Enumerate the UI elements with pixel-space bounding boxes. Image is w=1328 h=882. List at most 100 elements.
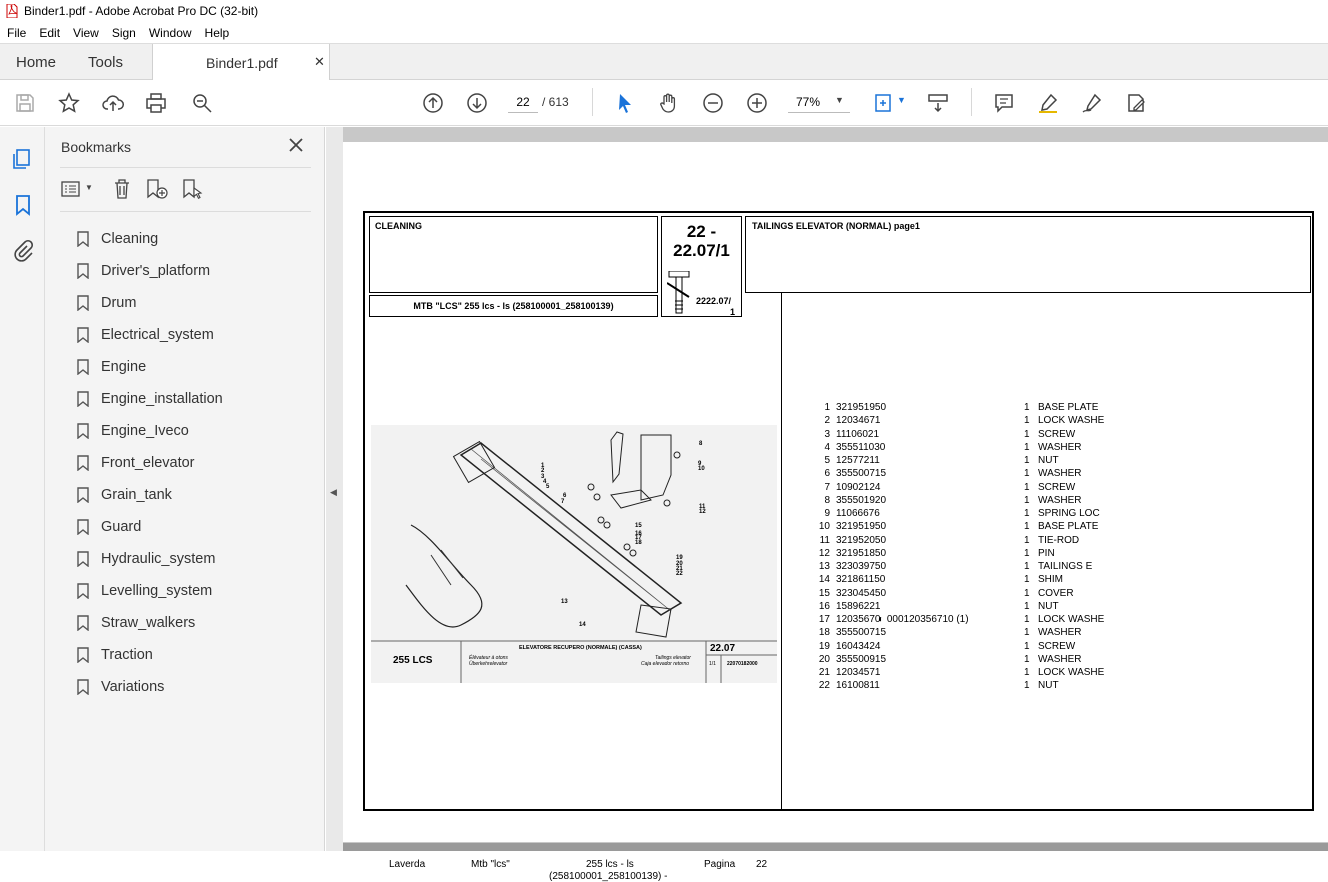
figure-model: 255 LCS	[393, 655, 433, 666]
footer-mtb: Mtb "lcs"	[471, 859, 510, 870]
page-thumbnails-icon[interactable]	[11, 147, 35, 171]
toolbar-divider	[592, 88, 593, 116]
part-number: 5	[824, 455, 830, 466]
bookmark-icon	[77, 263, 89, 279]
select-cursor-icon[interactable]	[612, 90, 638, 116]
bookmark-label: Straw_walkers	[101, 615, 196, 631]
bookmark-item[interactable]: Engine	[77, 351, 317, 383]
scroll-mode-icon[interactable]	[925, 90, 951, 116]
zoom-out-icon[interactable]	[700, 90, 726, 116]
figure-sub-right-2: Caja elevador retorno	[641, 661, 690, 667]
fill-sign-icon[interactable]	[1123, 90, 1149, 116]
bookmark-label: Variations	[101, 679, 165, 695]
bookmark-item[interactable]: Guard	[77, 511, 317, 543]
menu-sign[interactable]: Sign	[105, 26, 142, 40]
comment-icon[interactable]	[991, 90, 1017, 116]
bookmark-label: Hydraulic_system	[101, 551, 216, 567]
fit-dropdown-icon[interactable]: ▼	[897, 95, 906, 105]
svg-text:8: 8	[699, 441, 703, 447]
part-extra	[906, 401, 1024, 414]
bookmark-label: Grain_tank	[101, 487, 172, 503]
bookmark-item[interactable]: Engine_Iveco	[77, 415, 317, 447]
part-code: 321951950	[836, 521, 887, 533]
new-bookmark-icon[interactable]	[145, 178, 169, 205]
menu-help[interactable]: Help	[198, 26, 236, 40]
menu-file[interactable]: File	[0, 26, 32, 40]
zoom-in-icon[interactable]	[744, 90, 770, 116]
zoom-search-icon[interactable]	[189, 90, 215, 116]
bookmark-options-icon[interactable]	[61, 181, 81, 202]
menu-edit[interactable]: Edit	[32, 26, 66, 40]
bookmark-item[interactable]: Driver's_platform	[77, 255, 317, 287]
previous-page-icon[interactable]	[420, 90, 446, 116]
part-row: 11 321952050 1 TIE-ROD	[812, 534, 1138, 547]
part-code: 11106021	[836, 428, 880, 440]
part-description: LOCK WASHE	[1038, 415, 1105, 427]
bookmark-item[interactable]: Traction	[77, 639, 317, 671]
collapse-arrow-icon[interactable]: ◀	[330, 487, 337, 498]
bookmark-icon	[77, 551, 89, 567]
tab-document[interactable]: Binder1.pdf ✕	[152, 44, 330, 81]
part-number: 1	[824, 402, 830, 413]
bookmarks-icon[interactable]	[11, 193, 35, 217]
bookmark-item[interactable]: Straw_walkers	[77, 607, 317, 639]
options-dropdown-icon[interactable]: ▼	[85, 183, 93, 192]
svg-text:5: 5	[546, 484, 550, 490]
bookmark-item[interactable]: Hydraulic_system	[77, 543, 317, 575]
attachments-icon[interactable]	[11, 239, 35, 263]
next-page-icon[interactable]	[464, 90, 490, 116]
bookmark-icon	[77, 391, 89, 407]
draw-signature-icon[interactable]	[1079, 90, 1105, 116]
panel-collapse-handle[interactable]: ◀	[326, 127, 343, 851]
part-extra	[906, 414, 1024, 427]
bookmark-item[interactable]: Engine_installation	[77, 383, 317, 415]
hand-tool-icon[interactable]	[656, 90, 682, 116]
part-description: WASHER	[1038, 627, 1082, 639]
part-qty: 1	[1024, 428, 1030, 440]
bookmark-icon	[77, 519, 89, 535]
zoom-dropdown-icon[interactable]: ▼	[835, 95, 844, 105]
part-code: 323045450	[836, 587, 887, 599]
upload-cloud-icon[interactable]	[100, 90, 126, 116]
part-extra	[906, 467, 1024, 480]
delete-bookmark-icon[interactable]	[112, 178, 132, 205]
bookmark-item[interactable]: Grain_tank	[77, 479, 317, 511]
bookmark-item[interactable]: Electrical_system	[77, 319, 317, 351]
find-bookmark-icon[interactable]	[181, 178, 205, 205]
part-code: 12034671	[836, 415, 881, 427]
part-row: 10 321951950 1 BASE PLATE	[812, 520, 1138, 533]
tab-home[interactable]: Home	[16, 44, 56, 81]
part-row: 5 12577211 1 NUT	[812, 454, 1138, 467]
tab-tools[interactable]: Tools	[88, 44, 123, 81]
bookmark-icon	[77, 295, 89, 311]
star-icon[interactable]	[56, 90, 82, 116]
close-panel-icon[interactable]	[288, 137, 304, 153]
bookmark-list: Cleaning Driver's_platform Drum Electric…	[77, 223, 317, 703]
part-code: 355511030	[836, 441, 886, 453]
save-icon[interactable]	[12, 90, 38, 116]
part-extra	[906, 534, 1024, 547]
part-qty: 1	[1024, 653, 1030, 665]
bookmark-item[interactable]: Cleaning	[77, 223, 317, 255]
bookmark-item[interactable]: Levelling_system	[77, 575, 317, 607]
print-icon[interactable]	[143, 90, 169, 116]
part-extra	[906, 454, 1024, 467]
bookmark-item[interactable]: Drum	[77, 287, 317, 319]
part-row: 19 16043424 1 SCREW	[812, 640, 1138, 653]
svg-text:22: 22	[676, 571, 683, 577]
document-viewer[interactable]: CLEANING MTB "LCS" 255 lcs - ls (2581000…	[343, 127, 1328, 882]
page-number-input[interactable]: 22	[508, 91, 538, 113]
menu-window[interactable]: Window	[142, 26, 198, 40]
highlight-pen-icon[interactable]	[1035, 90, 1061, 116]
menu-view[interactable]: View	[66, 26, 105, 40]
exploded-diagram: 1 2 3 4 5 6 7 8 9 10 11 12 15 16 17 18 19 20 21 22 13 14 255 …	[371, 425, 777, 683]
fit-page-icon[interactable]	[870, 90, 896, 116]
part-extra	[906, 520, 1024, 533]
part-extra	[906, 441, 1024, 454]
bookmark-item[interactable]: Variations	[77, 671, 317, 703]
footer-pagina: Pagina	[704, 859, 736, 870]
part-qty: 1	[1024, 640, 1030, 652]
next-page-edge	[343, 843, 1328, 851]
bookmark-item[interactable]: Front_elevator	[77, 447, 317, 479]
close-tab-icon[interactable]: ✕	[314, 54, 325, 70]
